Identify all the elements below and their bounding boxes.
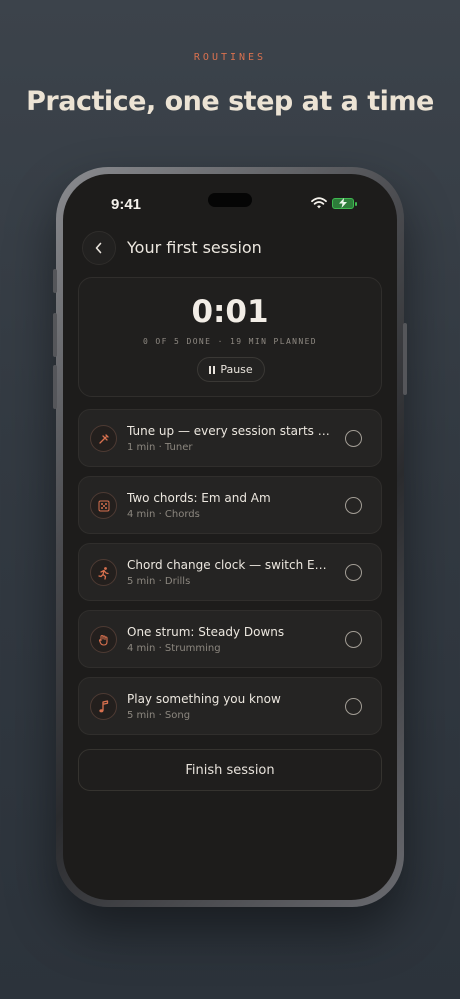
page-title: Your first session	[127, 238, 262, 257]
dynamic-island	[208, 193, 252, 207]
power-button	[403, 323, 407, 395]
volume-up-button	[53, 313, 57, 357]
step-checkbox[interactable]	[345, 430, 362, 447]
step-title: Tune up — every session starts h...	[127, 424, 333, 438]
chevron-left-icon	[95, 242, 102, 254]
step-checkbox[interactable]	[345, 631, 362, 648]
step-meta: 4 min · Strumming	[127, 643, 221, 654]
step-meta: 5 min · Drills	[127, 576, 191, 587]
silent-switch	[53, 269, 57, 293]
chord-grid-icon	[90, 492, 117, 519]
status-time: 9:41	[111, 196, 142, 213]
step-title: Play something you know	[127, 692, 281, 706]
step-title: Chord change clock — switch Em...	[127, 558, 333, 572]
step-checkbox[interactable]	[345, 698, 362, 715]
music-note-icon	[90, 693, 117, 720]
pause-button[interactable]: Pause	[197, 357, 265, 382]
step-meta: 5 min · Song	[127, 710, 191, 721]
step-checkbox[interactable]	[345, 564, 362, 581]
back-button[interactable]	[82, 231, 116, 265]
volume-down-button	[53, 365, 57, 409]
tuning-fork-icon	[90, 425, 117, 452]
step-checkbox[interactable]	[345, 497, 362, 514]
wifi-icon	[311, 197, 327, 209]
bolt-icon	[339, 198, 347, 208]
step-item-tune-up[interactable]: Tune up — every session starts h... 1 mi…	[78, 409, 382, 467]
step-item-two-chords[interactable]: Two chords: Em and Am 4 min · Chords	[78, 476, 382, 534]
step-item-chord-change[interactable]: Chord change clock — switch Em... 5 min …	[78, 543, 382, 601]
timer-value: 0:01	[191, 294, 269, 330]
hand-strum-icon	[90, 626, 117, 653]
app-screen: 9:41 Your first session 0:01 0 OF 5 DONE…	[63, 174, 397, 900]
running-icon	[90, 559, 117, 586]
pause-label: Pause	[220, 363, 253, 376]
step-meta: 4 min · Chords	[127, 509, 200, 520]
phone-frame: 9:41 Your first session 0:01 0 OF 5 DONE…	[53, 167, 407, 907]
step-title: Two chords: Em and Am	[127, 491, 271, 505]
headline: Practice, one step at a time	[26, 86, 434, 117]
pause-icon	[209, 365, 216, 374]
step-title: One strum: Steady Downs	[127, 625, 285, 639]
step-meta: 1 min · Tuner	[127, 442, 193, 453]
timer-progress-meta: 0 OF 5 DONE · 19 MIN PLANNED	[142, 337, 318, 346]
timer-card: 0:01 0 OF 5 DONE · 19 MIN PLANNED Pause	[78, 277, 382, 397]
battery-charging-icon	[332, 198, 357, 209]
finish-session-button[interactable]: Finish session	[78, 749, 382, 791]
step-item-one-strum[interactable]: One strum: Steady Downs 4 min · Strummin…	[78, 610, 382, 668]
step-item-play-something[interactable]: Play something you know 5 min · Song	[78, 677, 382, 735]
eyebrow-label: ROUTINES	[193, 52, 267, 63]
